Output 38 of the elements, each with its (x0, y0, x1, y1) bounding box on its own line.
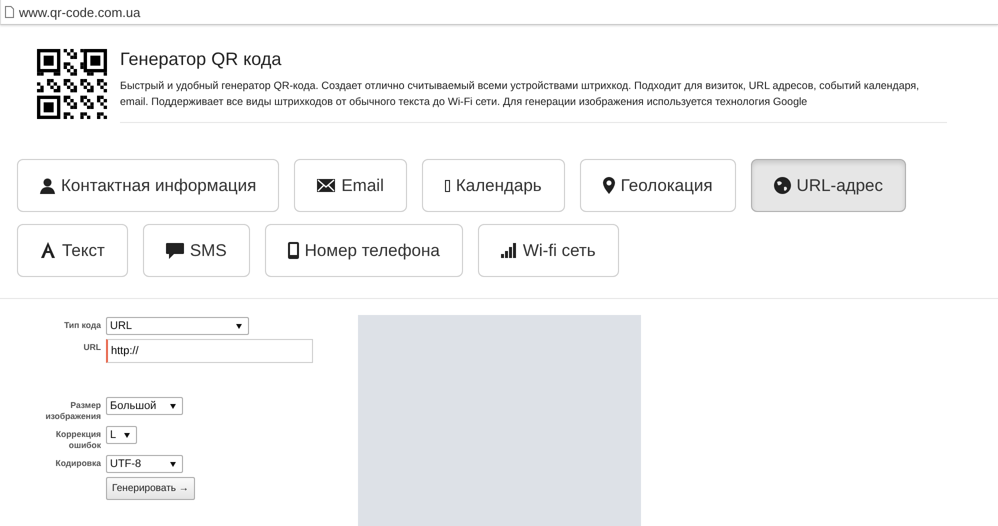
url-input-field[interactable]: http:// (106, 339, 313, 363)
field-label: URL (84, 341, 101, 353)
code-type-button[interactable]: Текст (17, 224, 128, 277)
code-type-button[interactable]: Номер телефона (264, 224, 463, 277)
code-type-button[interactable]: Email (294, 159, 407, 212)
code-type-button[interactable]: SMS (142, 224, 250, 277)
envelope-icon (317, 179, 336, 192)
code-type-button[interactable]: Wi-fi сеть (478, 224, 619, 277)
field-label: Кодировка (56, 457, 101, 469)
caret-icon (170, 404, 176, 408)
dropdown[interactable]: URL (106, 317, 249, 335)
caret-icon (170, 462, 176, 466)
page-title: Генератор QR кода (120, 49, 282, 70)
code-type-button[interactable]: Контактная информация (17, 159, 280, 212)
dropdown[interactable]: L (106, 426, 137, 444)
dropdown[interactable]: Большой (106, 397, 183, 415)
code-type-button[interactable]: Календарь (422, 159, 565, 212)
field-label: Коррекция ошибок (54, 428, 101, 451)
field-label: Размер изображения (44, 399, 101, 422)
letter-a-icon (40, 242, 56, 259)
page-icon (5, 6, 14, 18)
qr-code-logo (37, 49, 107, 119)
field-label: Тип кода (64, 319, 101, 331)
phone-icon (288, 242, 299, 259)
globe-icon (774, 177, 791, 194)
missing-glyph-icon (444, 180, 450, 192)
code-type-button[interactable]: URL-адрес (750, 159, 906, 212)
speech-bubble-icon (166, 242, 184, 258)
caret-icon (124, 432, 130, 438)
address-url[interactable]: www.qr-code.com.ua (19, 4, 140, 20)
code-type-button[interactable]: Геолокация (580, 159, 736, 212)
dropdown[interactable]: UTF-8 (106, 455, 183, 473)
person-icon (40, 178, 55, 194)
signal-bars-icon (500, 243, 517, 258)
caret-icon (236, 324, 242, 328)
generate-button[interactable]: Генерировать → (106, 477, 195, 500)
page-description: Быстрый и удобный генератор QR-кода. Создает отлично считываемый всеми устройствами штрихкод. Подходит для визиток, URL адресов, событий календаря, email. Поддерживает все виды штрихкодов от обычного текста до Wi-Fi сети. Для генерации изображения используется технология Google (120, 79, 920, 110)
map-pin-icon (602, 177, 615, 194)
